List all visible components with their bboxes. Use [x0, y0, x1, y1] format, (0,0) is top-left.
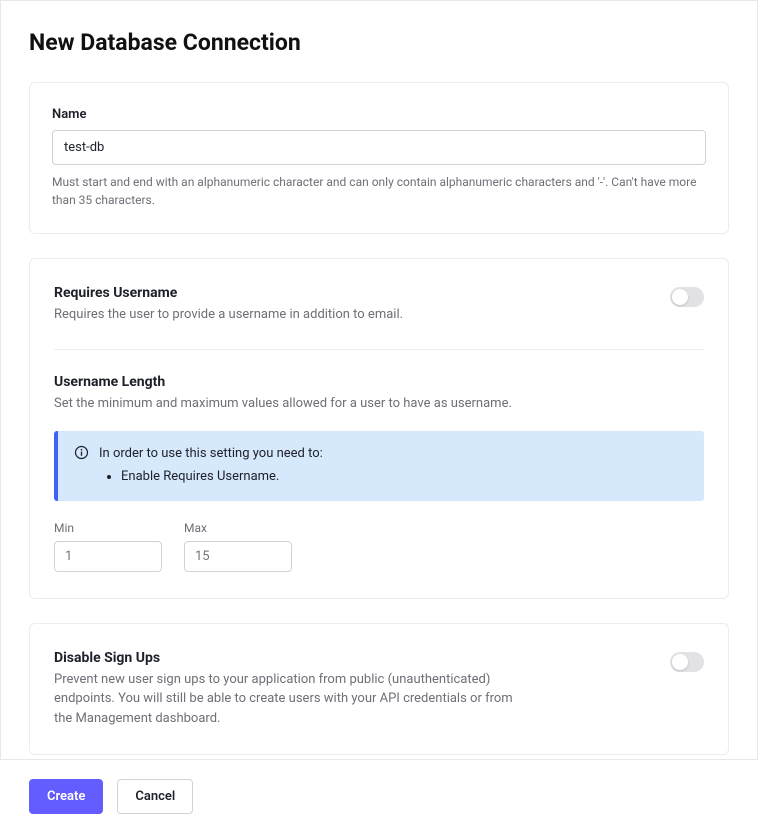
info-icon	[74, 445, 89, 464]
min-field: Min	[54, 521, 162, 572]
min-label: Min	[54, 521, 162, 535]
name-card: Name Must start and end with an alphanum…	[29, 82, 729, 234]
name-label: Name	[52, 107, 706, 122]
requires-username-desc: Requires the user to provide a username …	[54, 305, 534, 325]
disable-signups-row: Disable Sign Ups Prevent new user sign u…	[54, 650, 704, 729]
page-title: New Database Connection	[29, 29, 729, 56]
disable-signups-card: Disable Sign Ups Prevent new user sign u…	[29, 623, 729, 756]
requires-username-row: Requires Username Requires the user to p…	[54, 285, 704, 325]
divider	[54, 349, 704, 350]
max-field: Max	[184, 521, 292, 572]
minmax-row: Min Max	[54, 521, 704, 572]
requires-username-title: Requires Username	[54, 285, 640, 301]
requires-username-toggle[interactable]	[670, 287, 704, 307]
page-wrapper: New Database Connection Name Must start …	[0, 0, 758, 760]
create-button[interactable]: Create	[29, 779, 103, 814]
disable-signups-info: Disable Sign Ups Prevent new user sign u…	[54, 650, 640, 729]
disable-signups-toggle[interactable]	[670, 652, 704, 672]
requires-username-info: Requires Username Requires the user to p…	[54, 285, 640, 325]
max-label: Max	[184, 521, 292, 535]
disable-signups-desc: Prevent new user sign ups to your applic…	[54, 670, 534, 729]
username-length-desc: Set the minimum and maximum values allow…	[54, 394, 534, 414]
info-banner-item: Enable Requires Username.	[121, 467, 323, 488]
button-row: Create Cancel	[29, 779, 729, 814]
name-help-text: Must start and end with an alphanumeric …	[52, 173, 706, 209]
username-settings-card: Requires Username Requires the user to p…	[29, 258, 729, 599]
cancel-button[interactable]: Cancel	[117, 779, 193, 814]
username-length-title: Username Length	[54, 374, 704, 390]
name-input[interactable]	[52, 130, 706, 165]
max-input[interactable]	[184, 541, 292, 572]
min-input[interactable]	[54, 541, 162, 572]
username-length-info: Username Length Set the minimum and maxi…	[54, 374, 704, 414]
disable-signups-title: Disable Sign Ups	[54, 650, 640, 666]
info-banner-content: In order to use this setting you need to…	[99, 444, 323, 488]
info-banner-list: Enable Requires Username.	[99, 467, 323, 488]
username-length-row: Username Length Set the minimum and maxi…	[54, 374, 704, 414]
toggle-knob	[672, 654, 688, 670]
info-banner: In order to use this setting you need to…	[54, 431, 704, 501]
info-banner-intro: In order to use this setting you need to…	[99, 446, 323, 461]
toggle-knob	[672, 289, 688, 305]
